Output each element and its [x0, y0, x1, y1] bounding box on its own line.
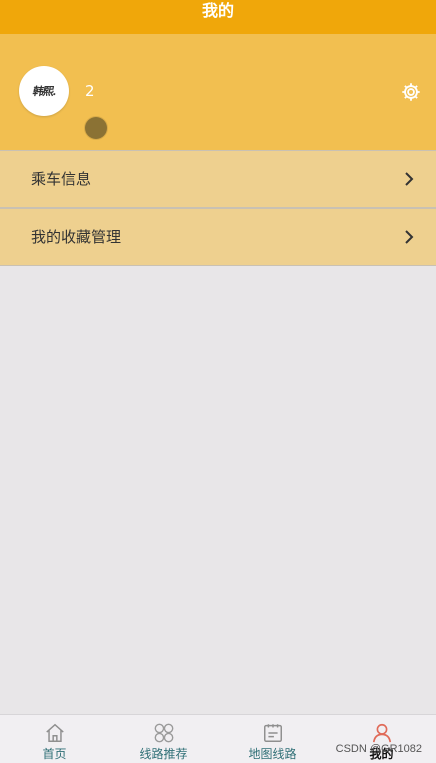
tab-label: 线路推荐: [139, 747, 188, 761]
menu-list: 乘车信息 我的收藏管理: [0, 150, 436, 266]
map-card-icon: [263, 724, 282, 742]
user-icon: [372, 723, 391, 743]
avatar[interactable]: 韩熙.: [19, 66, 69, 116]
tab-route-recommend[interactable]: 线路推荐: [109, 715, 218, 763]
chevron-right-icon: [405, 230, 414, 244]
menu-item-label: 我的收藏管理: [31, 228, 122, 246]
menu-item-ride-info[interactable]: 乘车信息: [0, 150, 436, 208]
tab-home[interactable]: 首页: [0, 715, 109, 763]
chevron-right-icon: [405, 172, 414, 186]
tab-label: 首页: [42, 747, 67, 761]
home-icon: [45, 723, 64, 742]
tab-label: 地图线路: [248, 747, 297, 761]
gear-icon[interactable]: [400, 81, 422, 103]
avatar-signature: 韩熙.: [31, 85, 57, 98]
menu-item-favorites[interactable]: 我的收藏管理: [0, 208, 436, 266]
tab-mine[interactable]: 我的: [327, 715, 436, 763]
page-title: 我的: [0, 0, 436, 34]
bottom-tab-bar: 首页 线路推荐 地图线路 我的: [0, 714, 436, 763]
grid-circles-icon: [154, 723, 173, 743]
user-count: 2: [85, 82, 95, 100]
status-dot: [85, 117, 107, 139]
menu-item-label: 乘车信息: [31, 170, 92, 188]
tab-map-route[interactable]: 地图线路: [218, 715, 327, 763]
profile-header: 韩熙. 2: [0, 34, 436, 150]
tab-label: 我的: [369, 747, 394, 761]
app-root: 我的 韩熙. 2 乘车信息 我的收藏管理 首页 线路推荐 地图线路 我的 CSD…: [0, 0, 436, 763]
